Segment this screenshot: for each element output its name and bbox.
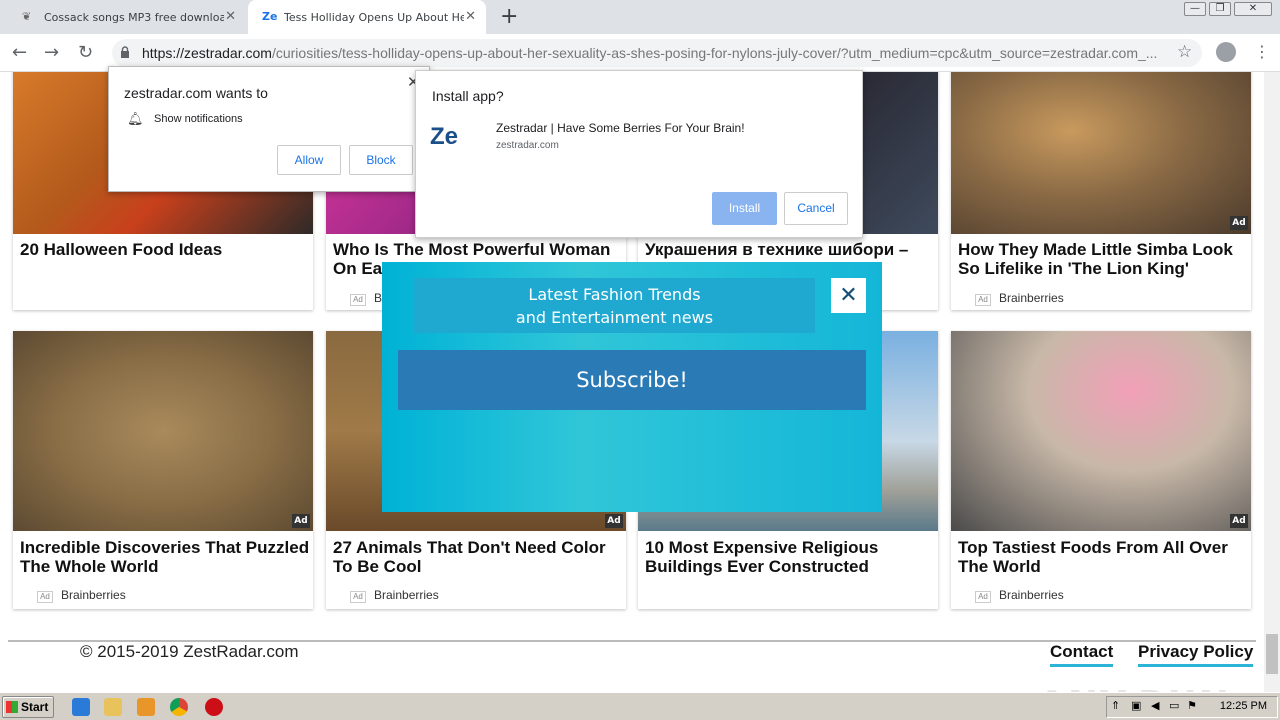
flag-icon[interactable]: ⚑ (1187, 699, 1197, 712)
article-source: Ad Br (350, 291, 386, 306)
menu-kebab-icon[interactable]: ⋮ (1254, 42, 1270, 61)
article-headline: 20 Halloween Food Ideas (20, 240, 223, 259)
article-image (951, 331, 1251, 531)
zestradar-favicon-icon: Ze (262, 10, 278, 23)
app-logo: Ze (430, 123, 459, 150)
article-headline: How They Made Little Simba Look So Lifel… (958, 240, 1233, 278)
install-button[interactable]: Install (712, 192, 777, 225)
article-card[interactable]: Ad Top Tastiest Foods From All Over The … (951, 331, 1251, 609)
article-card[interactable]: Ad How They Made Little Simba Look So Li… (951, 72, 1251, 310)
article-card[interactable]: Ad Incredible Discoveries That Puzzled T… (13, 331, 313, 609)
address-bar[interactable]: https://zestradar.com/curiosities/tess-h… (112, 39, 1202, 67)
install-app-popup: Install app? Ze Zestradar | Have Some Be… (415, 70, 863, 238)
media-player-icon[interactable] (137, 698, 155, 716)
ad-badge: Ad (1230, 514, 1248, 528)
article-headline: 10 Most Expensive Religious Buildings Ev… (645, 538, 879, 576)
lock-icon (121, 46, 129, 58)
article-image (951, 72, 1251, 234)
chrome-icon[interactable] (170, 698, 188, 716)
reload-icon[interactable]: ↻ (78, 42, 93, 63)
watermark-logo: ANY.RUN (1038, 684, 1231, 692)
tab-title: Cossack songs MP3 free download a (44, 10, 224, 24)
site-favicon-icon: ❦ (22, 10, 32, 23)
ad-tag: Ad (975, 294, 991, 306)
maximize-button[interactable]: ❐ (1209, 2, 1231, 16)
ad-badge: Ad (605, 514, 623, 528)
close-tab-icon[interactable]: ✕ (225, 9, 236, 24)
close-icon[interactable]: ✕ (831, 278, 866, 313)
popup-title: Install app? (432, 88, 504, 104)
contact-link[interactable]: Contact (1050, 642, 1114, 667)
close-window-button[interactable]: ✕ (1234, 2, 1272, 16)
profile-avatar-icon[interactable] (1216, 42, 1236, 62)
article-source: Ad Brainberries (37, 588, 126, 603)
url-path: /curiosities/tess-holliday-opens-up-abou… (271, 45, 1158, 61)
article-headline: Top Tastiest Foods From All Over The Wor… (958, 538, 1228, 576)
system-tray: ⇑ ▣ ◀ ▭ ⚑ 12:25 PM (1106, 696, 1278, 718)
back-arrow-icon[interactable]: ← (12, 42, 27, 63)
scrollbar-thumb[interactable] (1266, 634, 1278, 674)
new-tab-button[interactable]: + (500, 4, 518, 29)
tab-strip: ❦ Cossack songs MP3 free download a ✕ Ze… (0, 0, 1280, 34)
url-host: https://zestradar.com (142, 45, 272, 61)
clock[interactable]: 12:25 PM (1220, 700, 1267, 712)
minimize-button[interactable]: — (1184, 2, 1206, 16)
tray-expand-icon[interactable]: ⇑ (1111, 699, 1120, 712)
internet-explorer-icon[interactable] (72, 698, 90, 716)
article-headline: Украшения в технике шибори – (645, 240, 909, 259)
bookmark-star-icon[interactable]: ☆ (1177, 42, 1192, 62)
volume-icon[interactable]: ◀ (1151, 699, 1159, 712)
vertical-scrollbar[interactable] (1264, 72, 1280, 692)
ad-badge: Ad (1230, 216, 1248, 230)
subscribe-modal: Latest Fashion Trends and Entertainment … (382, 262, 882, 512)
ad-tag: Ad (975, 591, 991, 603)
article-headline: 27 Animals That Don't Need Color To Be C… (333, 538, 606, 576)
ad-badge: Ad (292, 514, 310, 528)
article-source: Ad Brainberries (350, 588, 439, 603)
subscribe-button[interactable]: Subscribe! (398, 350, 866, 410)
bell-icon: 🔔︎ (127, 111, 144, 126)
block-button[interactable]: Block (349, 145, 413, 175)
tab-cossack-songs[interactable]: ❦ Cossack songs MP3 free download a ✕ (8, 0, 246, 34)
ad-tag: Ad (350, 591, 366, 603)
app-name: Zestradar | Have Some Berries For Your B… (496, 121, 745, 135)
app-domain: zestradar.com (496, 140, 559, 151)
folder-icon[interactable] (104, 698, 122, 716)
privacy-policy-link[interactable]: Privacy Policy (1138, 642, 1254, 667)
popup-title: zestradar.com wants to (124, 85, 268, 101)
allow-button[interactable]: Allow (277, 145, 341, 175)
cancel-button[interactable]: Cancel (784, 192, 848, 225)
windows-taskbar: Start ⇑ ▣ ◀ ▭ ⚑ 12:25 PM (0, 692, 1280, 720)
ad-tag: Ad (350, 294, 366, 306)
close-tab-icon[interactable]: ✕ (465, 9, 476, 24)
forward-arrow-icon[interactable]: → (44, 42, 59, 63)
notification-permission-popup: zestradar.com wants to ✕ 🔔︎ Show notific… (108, 66, 430, 192)
article-image (13, 331, 313, 531)
subscribe-heading: Latest Fashion Trends and Entertainment … (414, 278, 815, 333)
article-source: Ad Brainberries (975, 291, 1064, 306)
start-button[interactable]: Start (2, 696, 54, 718)
tab-title: Tess Holliday Opens Up About Her Se (284, 10, 464, 24)
tab-tess-holliday[interactable]: Ze Tess Holliday Opens Up About Her Se ✕ (248, 0, 486, 34)
article-source: Ad Brainberries (975, 588, 1064, 603)
article-headline: Incredible Discoveries That Puzzled The … (20, 538, 310, 576)
opera-icon[interactable] (205, 698, 223, 716)
network-icon[interactable]: ▣ (1131, 699, 1141, 712)
copyright-text: © 2015-2019 ZestRadar.com (80, 642, 299, 661)
permission-item: Show notifications (154, 113, 243, 125)
ad-tag: Ad (37, 591, 53, 603)
windows-logo-icon (6, 701, 18, 713)
display-icon[interactable]: ▭ (1169, 699, 1179, 712)
